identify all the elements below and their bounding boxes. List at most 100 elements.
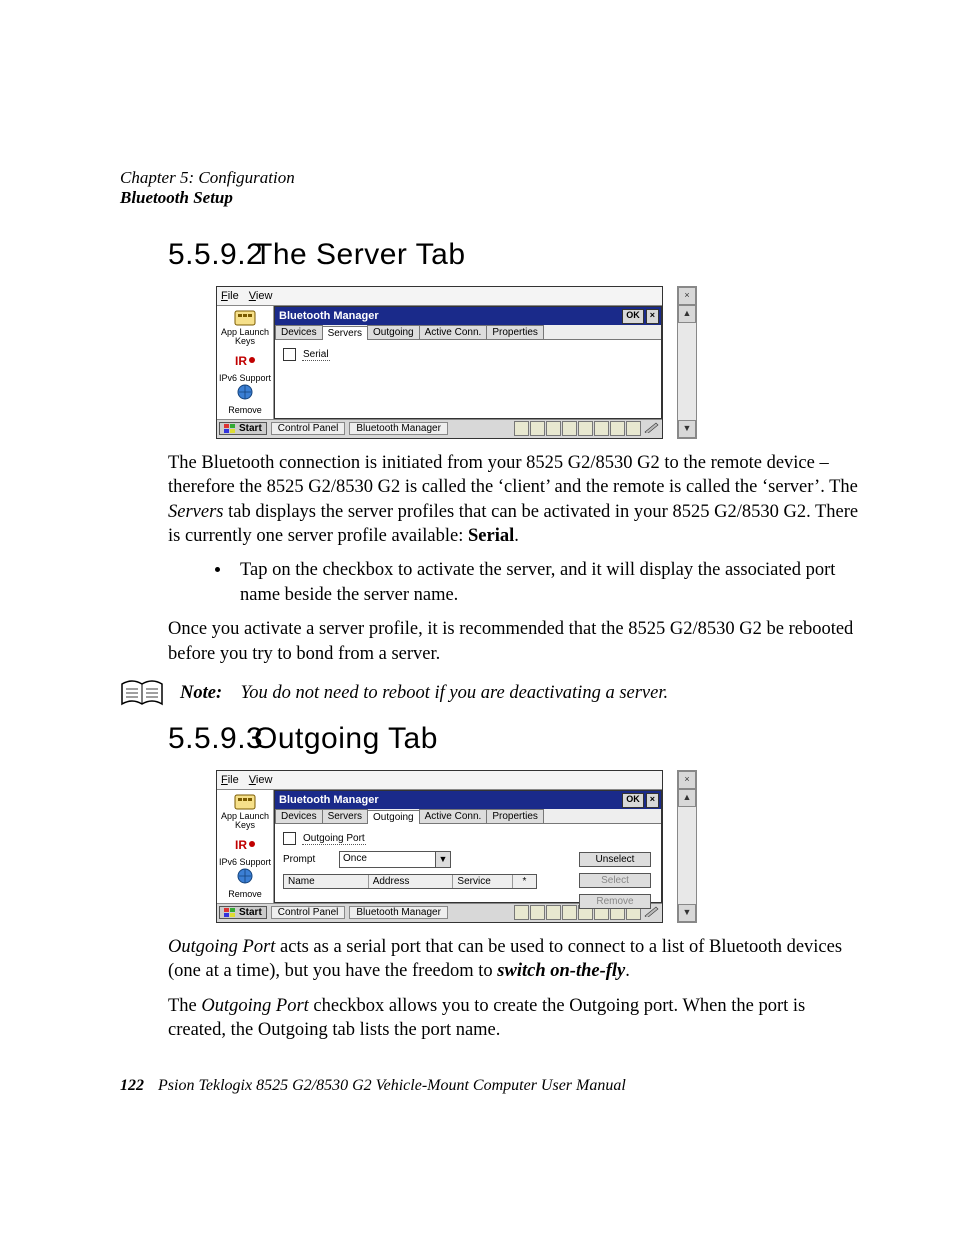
tray-icon[interactable] [546, 905, 561, 920]
task-bluetooth-manager[interactable]: Bluetooth Manager [349, 906, 448, 919]
tab-properties[interactable]: Properties [486, 325, 544, 339]
heading-outgoing-tab: 5.5.9.3Outgoing Tab [168, 722, 864, 756]
col-star[interactable]: * [513, 875, 536, 888]
scroll-down-icon[interactable]: ▼ [678, 420, 696, 438]
scroll-up-icon[interactable]: ▲ [678, 789, 696, 807]
sidebar-remove[interactable]: Remove [217, 405, 273, 416]
sidebar-infrared[interactable]: IR [217, 350, 273, 371]
globe-icon [233, 867, 257, 885]
scroll-close-icon[interactable]: × [678, 771, 696, 789]
window-titlebar: Bluetooth Manager OK × [275, 791, 661, 809]
sidebar-ipv6[interactable]: IPv6 Support [217, 373, 273, 403]
paragraph: The Outgoing Port checkbox allows you to… [168, 994, 864, 1043]
tab-devices[interactable]: Devices [275, 325, 323, 339]
tray-icon[interactable] [530, 905, 545, 920]
tab-outgoing[interactable]: Outgoing [367, 325, 420, 339]
paragraph: The Bluetooth connection is initiated fr… [168, 451, 864, 549]
keypad-icon [233, 793, 257, 811]
menu-file[interactable]: File [221, 774, 239, 786]
remove-button[interactable]: Remove [579, 894, 651, 909]
tray-icon[interactable] [610, 421, 625, 436]
windows-icon [224, 908, 236, 918]
list-item: Tap on the checkbox to activate the serv… [232, 558, 864, 607]
screenshot-server-tab: File View App Launch Keys IR IPv6 Suppor… [216, 286, 864, 439]
scroll-close-icon[interactable]: × [678, 287, 696, 305]
prompt-combobox[interactable]: Once ▼ [339, 851, 451, 868]
menubar: File View [217, 287, 662, 306]
task-control-panel[interactable]: Control Panel [271, 906, 346, 919]
globe-icon [233, 383, 257, 401]
page-scrollbar[interactable]: × ▲ ▼ [677, 286, 697, 439]
task-bluetooth-manager[interactable]: Bluetooth Manager [349, 422, 448, 435]
menu-view[interactable]: View [249, 290, 273, 302]
select-button[interactable]: Select [579, 873, 651, 888]
menubar: File View [217, 771, 662, 790]
sidebar-remove[interactable]: Remove [217, 889, 273, 900]
close-button[interactable]: × [646, 793, 659, 808]
outgoing-port-checkbox[interactable] [283, 832, 296, 845]
svg-text:IR: IR [235, 838, 247, 852]
sidebar-app-launch[interactable]: App Launch Keys [217, 792, 273, 832]
tab-devices[interactable]: Devices [275, 809, 323, 823]
control-panel-sidebar: App Launch Keys IR IPv6 Support Remove [217, 790, 274, 903]
stylus-icon[interactable] [644, 421, 660, 433]
control-panel-sidebar: App Launch Keys IR IPv6 Support Remove [217, 306, 274, 419]
col-name[interactable]: Name [284, 875, 369, 888]
task-control-panel[interactable]: Control Panel [271, 422, 346, 435]
scroll-down-icon[interactable]: ▼ [678, 904, 696, 922]
chevron-down-icon: ▼ [435, 852, 450, 867]
prompt-label: Prompt [283, 854, 333, 865]
tab-active-conn[interactable]: Active Conn. [419, 325, 488, 339]
tray-icon[interactable] [594, 421, 609, 436]
running-chapter: Chapter 5: Configuration [120, 168, 864, 188]
device-list-header: Name Address Service * [283, 874, 537, 889]
serial-checkbox[interactable] [283, 348, 296, 361]
book-icon [120, 678, 164, 708]
windows-icon [224, 424, 236, 434]
page-scrollbar[interactable]: × ▲ ▼ [677, 770, 697, 923]
sidebar-app-launch[interactable]: App Launch Keys [217, 308, 273, 348]
tray-icon[interactable] [514, 421, 529, 436]
start-button[interactable]: Start [219, 422, 267, 435]
col-address[interactable]: Address [369, 875, 454, 888]
outgoing-port-label: Outgoing Port [302, 833, 366, 845]
menu-file[interactable]: File [221, 290, 239, 302]
sidebar-ipv6[interactable]: IPv6 Support [217, 857, 273, 887]
tray-icon[interactable] [530, 421, 545, 436]
tab-properties[interactable]: Properties [486, 809, 544, 823]
svg-text:IR: IR [235, 354, 247, 368]
scroll-up-icon[interactable]: ▲ [678, 305, 696, 323]
tray-icon[interactable] [562, 421, 577, 436]
tab-servers[interactable]: Servers [322, 809, 368, 823]
keypad-icon [233, 309, 257, 327]
heading-server-tab: 5.5.9.2The Server Tab [168, 238, 864, 272]
ok-button[interactable]: OK [622, 309, 644, 324]
tab-servers[interactable]: Servers [322, 326, 368, 340]
paragraph: Once you activate a server profile, it i… [168, 617, 864, 666]
tab-active-conn[interactable]: Active Conn. [419, 809, 488, 823]
paragraph: Outgoing Port acts as a serial port that… [168, 935, 864, 984]
tray-icon[interactable] [562, 905, 577, 920]
page-footer: 122Psion Teklogix 8525 G2/8530 G2 Vehicl… [120, 1077, 626, 1095]
serial-label: Serial [302, 349, 330, 361]
tray-icon[interactable] [626, 421, 641, 436]
taskbar: Start Control Panel Bluetooth Manager [217, 419, 662, 438]
window-title: Bluetooth Manager [279, 794, 620, 806]
tray-icon[interactable] [514, 905, 529, 920]
ir-icon: IR [233, 351, 257, 369]
close-button[interactable]: × [646, 309, 659, 324]
start-button[interactable]: Start [219, 906, 267, 919]
tray-icon[interactable] [578, 421, 593, 436]
tab-strip: Devices Servers Outgoing Active Conn. Pr… [275, 809, 661, 824]
sidebar-infrared[interactable]: IR [217, 834, 273, 855]
menu-view[interactable]: View [249, 774, 273, 786]
col-service[interactable]: Service [453, 875, 512, 888]
tray-icon[interactable] [546, 421, 561, 436]
unselect-button[interactable]: Unselect [579, 852, 651, 867]
screenshot-outgoing-tab: File View App Launch Keys IR IPv6 Suppor… [216, 770, 864, 923]
system-tray [514, 421, 662, 436]
tab-outgoing[interactable]: Outgoing [367, 810, 420, 824]
window-titlebar: Bluetooth Manager OK × [275, 307, 661, 325]
ok-button[interactable]: OK [622, 793, 644, 808]
note: Note: You do not need to reboot if you a… [180, 683, 668, 704]
